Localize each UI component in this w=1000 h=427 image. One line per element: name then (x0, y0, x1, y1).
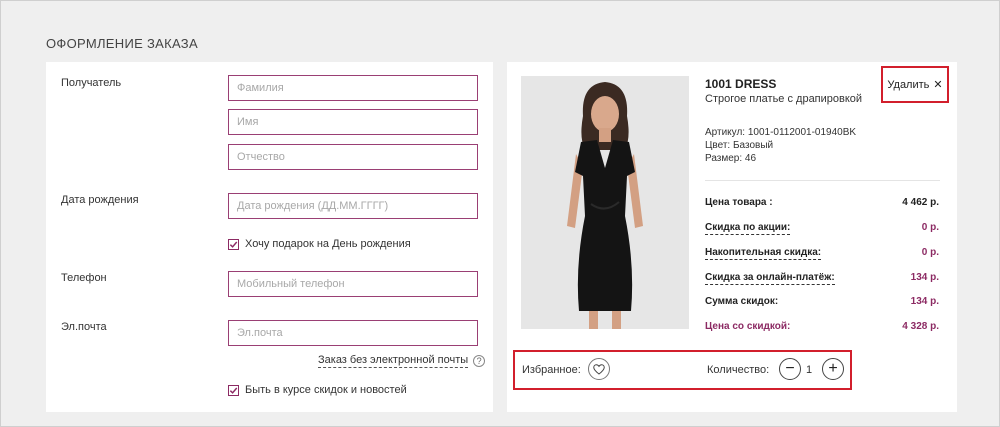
product-name[interactable]: 1001 DRESS (705, 77, 776, 91)
birthday-gift-label: Хочу подарок на День рождения (245, 238, 411, 250)
quantity-label: Количество: (707, 364, 770, 376)
price-row-loyalty-discount: Накопительная скидка: 0 р. (705, 247, 939, 260)
promo-discount-label[interactable]: Скидка по акции: (705, 222, 791, 235)
no-email-link-text[interactable]: Заказ без электронной почты (318, 354, 469, 368)
final-price-value: 4 328 р. (902, 321, 939, 332)
product-description: Строгое платье с драпировкой (705, 93, 863, 105)
favorite-button[interactable] (588, 358, 610, 380)
last-name-input[interactable] (228, 75, 478, 101)
newsletter-option[interactable]: Быть в курсе скидок и новостей (228, 384, 407, 396)
total-discount-value: 134 р. (910, 296, 939, 307)
birthday-gift-option[interactable]: Хочу подарок на День рождения (228, 238, 411, 250)
no-email-order-link[interactable]: Заказ без электронной почты ? (318, 354, 486, 368)
product-photo[interactable] (521, 76, 689, 329)
newsletter-checkbox[interactable] (228, 384, 239, 396)
checkmark-icon (229, 387, 238, 394)
phone-label: Телефон (61, 272, 107, 284)
loyalty-discount-value: 0 р. (921, 247, 939, 258)
help-icon[interactable]: ? (473, 355, 486, 367)
promo-discount-value: 0 р. (921, 222, 939, 233)
price-row-final: Цена со скидкой: 4 328 р. (705, 321, 939, 332)
order-form-card: Получатель Дата рождения Хочу подарок на… (46, 62, 493, 412)
price-value: 4 462 р. (902, 197, 939, 208)
divider (705, 180, 940, 181)
heart-icon (593, 363, 605, 375)
loyalty-discount-label[interactable]: Накопительная скидка: (705, 247, 822, 260)
phone-input[interactable] (228, 271, 478, 297)
checkmark-icon (229, 241, 238, 248)
product-color: Цвет: Базовый (705, 140, 774, 151)
recipient-label: Получатель (61, 77, 122, 89)
birthdate-label: Дата рождения (61, 194, 139, 206)
birthdate-input[interactable] (228, 193, 478, 219)
close-icon: ✕ (933, 79, 943, 91)
newsletter-label: Быть в курсе скидок и новостей (245, 384, 407, 396)
price-row-promo-discount: Скидка по акции: 0 р. (705, 222, 939, 235)
decrease-quantity-button[interactable]: − (779, 358, 801, 380)
product-article: Артикул: 1001-0112001-01940BK (705, 127, 857, 138)
final-price-label: Цена со скидкой: (705, 321, 791, 332)
dress-model-image (521, 76, 689, 329)
remove-item-button[interactable]: Удалить ✕ (881, 66, 949, 103)
birthday-gift-checkbox[interactable] (228, 238, 239, 250)
online-discount-label[interactable]: Скидка за онлайн-платёж: (705, 272, 835, 285)
price-label: Цена товара : (705, 197, 773, 208)
favorite-label: Избранное: (522, 364, 581, 376)
middle-name-input[interactable] (228, 144, 478, 170)
product-size: Размер: 46 (705, 153, 757, 164)
increase-quantity-button[interactable]: + (822, 358, 844, 380)
email-label: Эл.почта (61, 321, 107, 333)
item-actions-box: Избранное: Количество: − 1 + (513, 350, 852, 390)
price-row-total-discount: Сумма скидок: 134 р. (705, 296, 939, 307)
remove-label: Удалить (887, 78, 930, 91)
product-card: 1001 DRESS Строгое платье с драпировкой … (507, 62, 957, 412)
total-discount-label: Сумма скидок: (705, 296, 779, 307)
page-title: ОФОРМЛЕНИЕ ЗАКАЗА (46, 36, 198, 51)
price-row-base: Цена товара : 4 462 р. (705, 197, 939, 208)
first-name-input[interactable] (228, 109, 478, 135)
email-input[interactable] (228, 320, 478, 346)
price-row-online-discount: Скидка за онлайн-платёж: 134 р. (705, 272, 939, 285)
online-discount-value: 134 р. (910, 272, 939, 283)
quantity-value: 1 (806, 364, 813, 376)
